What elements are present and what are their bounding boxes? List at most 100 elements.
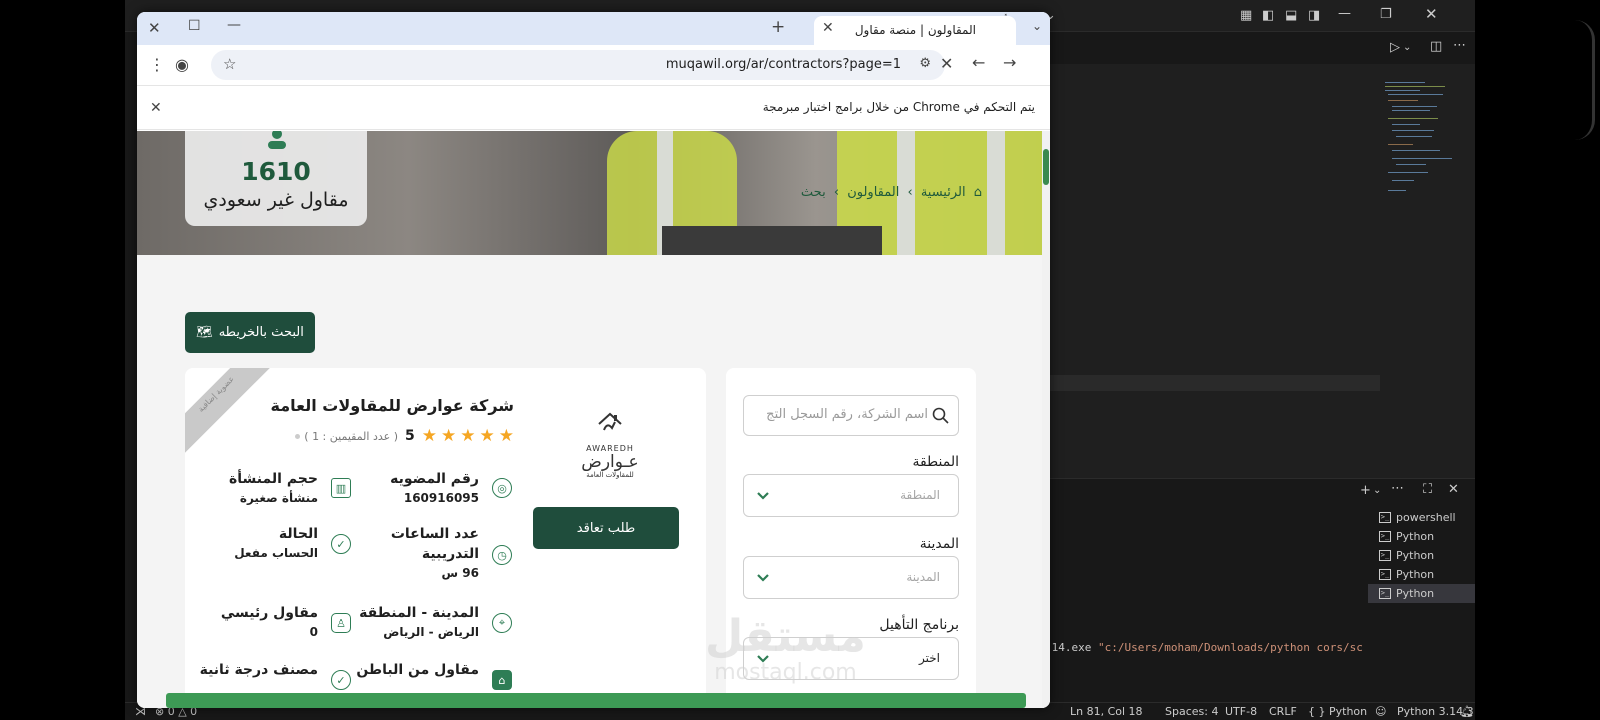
cursor-position[interactable]: Ln 81, Col 18 (1070, 705, 1143, 718)
training-hours-field: عدد الساعات التدريبية 96 س (390, 526, 479, 580)
bookmark-star-icon[interactable]: ☆ (223, 55, 236, 73)
new-tab-icon[interactable]: + (771, 17, 785, 37)
device-edge (1575, 20, 1595, 140)
maximize-window-icon[interactable]: ☐ (188, 18, 201, 34)
toggle-sidebar-icon[interactable]: ◧ (1262, 8, 1274, 24)
subcontractor-field: مقاول من الباطن (356, 662, 479, 678)
tab-active[interactable]: ✕ المقاولون | منصة مقاول ˟ (814, 14, 1016, 45)
browser-toolbar: ⋮ ◉ ☆ muqawil.org/ar/contractors?page=1 … (137, 45, 1050, 85)
stat-number: 1610 (241, 157, 311, 186)
rating-count: ( عدد المقيمين : 1 ) (304, 429, 398, 443)
run-python-icon[interactable]: ▷ (1390, 40, 1400, 56)
editor-horizontal-scrollbar[interactable] (1045, 375, 1380, 391)
terminal-icon: >_ (1379, 569, 1391, 580)
city-select[interactable]: المدينة (743, 556, 959, 599)
filter-panel: اسم الشركة، رقم السجل التج المنطقة المنط… (726, 368, 976, 708)
layout-icon[interactable]: ▦ (1240, 8, 1252, 24)
restore-icon[interactable]: ❐ (1380, 7, 1392, 23)
main-contractor-field: مقاول رئيسي 0 (220, 605, 318, 639)
region-select[interactable]: المنطقة (743, 474, 959, 517)
address-bar[interactable]: ☆ muqawil.org/ar/contractors?page=1 ⚙ (211, 50, 945, 80)
tab-search-icon[interactable]: ⌄ (1032, 19, 1042, 33)
back-icon[interactable]: ← (972, 54, 985, 72)
facility-size-field: حجم المنشأة منشأة صغيرة (229, 471, 318, 505)
toggle-secondary-sidebar-icon[interactable]: ◨ (1308, 8, 1320, 24)
terminal-item[interactable]: >_ Python (1368, 565, 1475, 584)
clock-icon: ◷ (492, 545, 512, 565)
more-actions-icon[interactable]: ⋯ (1453, 38, 1466, 54)
contract-request-button[interactable]: طلب تعاقد (533, 507, 679, 549)
close-icon[interactable]: ✕ (1425, 6, 1438, 22)
dot-icon (295, 433, 301, 439)
terminal-list: >_ powershell >_ Python >_ Python >_ Python … (1368, 508, 1475, 603)
star-icon: ★ (441, 426, 457, 446)
rating: ★ ★ ★ ★ ★ 5 ( عدد المقيمين : 1 ) (295, 426, 514, 446)
run-options-icon[interactable]: ⌄ (1403, 40, 1411, 56)
split-editor-icon[interactable]: ◫ (1430, 39, 1442, 55)
status-field: الحالة الحساب مفعل (234, 526, 318, 560)
breadcrumb-home[interactable]: الرئيسية (921, 185, 966, 200)
breadcrumb-search: بحث (800, 185, 826, 200)
close-infobar-icon[interactable]: ✕ (150, 99, 162, 117)
city-label: المدينة (919, 536, 959, 552)
terminal-item[interactable]: >_ Python (1368, 546, 1475, 565)
profile-icon[interactable]: ◉ (175, 56, 189, 74)
forward-icon[interactable]: → (1003, 54, 1016, 72)
maximize-panel-icon[interactable]: ⛶ (1423, 482, 1432, 498)
search-icon (932, 407, 949, 424)
indentation[interactable]: Spaces: 4 (1165, 705, 1218, 718)
verified-icon: ✓ (331, 670, 351, 690)
terminal-command-line: .14.exe "c:/Users/moham/Downloads/python… (1045, 641, 1363, 654)
minimize-window-icon[interactable]: — (227, 17, 241, 33)
terminal-item-active[interactable]: >_ Python (1368, 584, 1475, 603)
editor-tabbar: ▷ ⌄ ◫ ⋯ (1045, 32, 1475, 64)
company-search-input[interactable]: اسم الشركة، رقم السجل التج (743, 395, 959, 436)
screen: ⌄ ▦ ◧ ⬓ ◨ — ❐ ✕ ▷ ⌄ ◫ ⋯ + ⌄ ⋯ ⛶ ✕ >_ pow… (0, 0, 1600, 720)
terminal-icon: >_ (1379, 531, 1391, 542)
rating-value: 5 (405, 428, 415, 444)
close-panel-icon[interactable]: ✕ (1448, 482, 1459, 498)
stat-label: مقاول غير سعودي (203, 189, 349, 211)
close-window-icon[interactable]: ✕ (148, 19, 161, 37)
more-actions-icon[interactable]: ⋯ (1391, 481, 1404, 497)
minimize-icon[interactable]: — (1338, 6, 1351, 22)
line-endings[interactable]: CRLF (1269, 705, 1297, 718)
scrollbar-thumb[interactable] (1043, 149, 1049, 185)
company-logo: AWAREDH عـوارض للمقاولات العامة (570, 410, 650, 490)
encoding[interactable]: UTF-8 (1225, 705, 1257, 718)
home-icon[interactable]: ⌂ (974, 185, 982, 200)
breadcrumb: ⌂ الرئيسية › المقاولون › بحث (799, 185, 984, 200)
terminal-item[interactable]: >_ Python (1368, 527, 1475, 546)
notifications-icon[interactable]: 🔔︎ (1460, 705, 1474, 718)
copilot-icon[interactable]: ☺ (1375, 705, 1386, 718)
activity-bar (125, 32, 137, 702)
breadcrumb-contractors[interactable]: المقاولون (847, 185, 899, 200)
page-scrollbar[interactable] (1042, 131, 1050, 708)
stop-loading-icon[interactable]: ✕ (940, 55, 953, 73)
breadcrumb-separator-icon: › (907, 185, 913, 200)
site-settings-icon[interactable]: ⚙ (919, 55, 931, 73)
new-terminal-icon[interactable]: + (1360, 483, 1371, 499)
location-pin-icon: ⌖ (492, 613, 512, 633)
language-mode[interactable]: { } Python (1308, 705, 1367, 718)
url-text[interactable]: muqawil.org/ar/contractors?page=1 (666, 57, 901, 72)
menu-icon[interactable]: ⋮ (149, 56, 165, 74)
program-select[interactable]: اختر (743, 637, 959, 680)
terminal-dropdown-icon[interactable]: ⌄ (1373, 483, 1381, 499)
region-label: المنطقة (912, 454, 959, 470)
star-icon: ★ (498, 426, 514, 446)
page-body: البحث بالخريطه 🗺︎ عضوية إضافية شركة عوار… (137, 255, 1042, 708)
company-name[interactable]: شركة عوارض للمقاولات العامة (271, 396, 514, 415)
map-search-button[interactable]: البحث بالخريطه 🗺︎ (185, 312, 315, 353)
membership-ribbon: عضوية إضافية (185, 368, 276, 454)
star-icon: ★ (460, 426, 476, 446)
city-region-field: المدينة - المنطقة الرياض - الرياض (359, 605, 479, 639)
automation-infobar: ✕ يتم التحكم في Chrome من خلال برامج اخت… (137, 85, 1050, 130)
program-label: برنامج التأهيل (879, 617, 959, 633)
badge-icon: ⌂ (492, 670, 512, 690)
toggle-panel-icon[interactable]: ⬓ (1285, 8, 1297, 24)
close-tab-icon[interactable]: ✕ (822, 20, 834, 36)
terminal-item[interactable]: >_ powershell (1368, 508, 1475, 527)
minimap[interactable] (1380, 80, 1460, 210)
terminal-icon: >_ (1379, 550, 1391, 561)
